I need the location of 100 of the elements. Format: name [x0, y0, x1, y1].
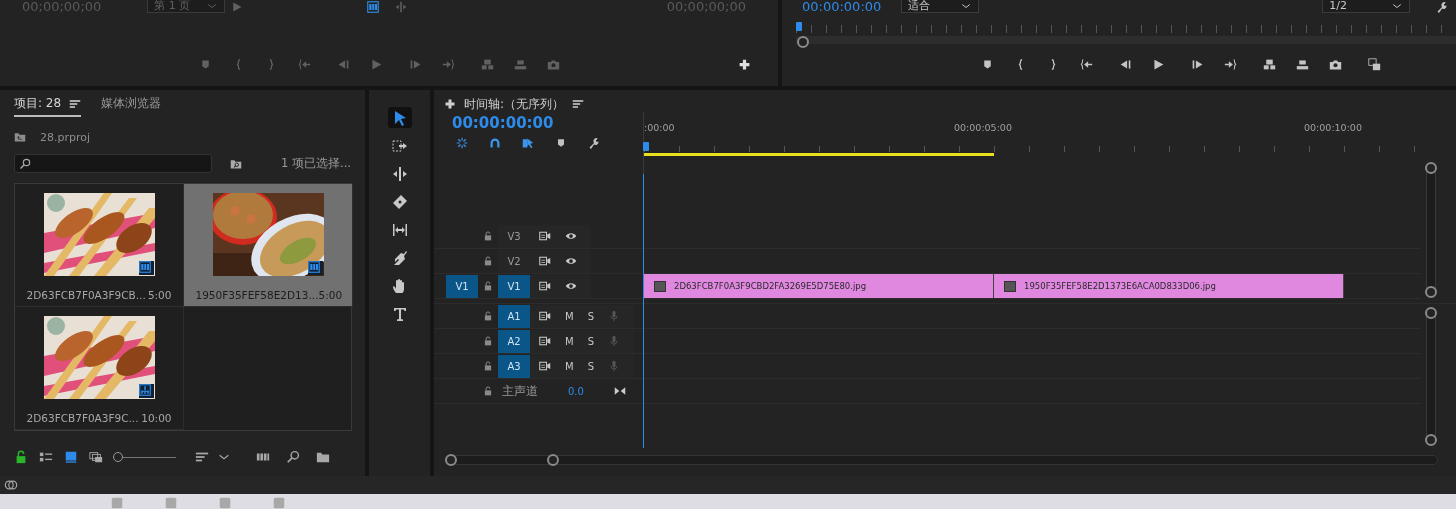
clip-name: 2D63FCB7F0A3F9CBD2FA3269E5D75E80.jpg: [674, 281, 867, 291]
mute-toggle[interactable]: M: [565, 360, 574, 372]
track-target[interactable]: A1: [498, 304, 530, 328]
item-duration: 10:00: [141, 412, 172, 424]
lock-icon[interactable]: [483, 311, 493, 321]
selection-tool-button[interactable]: [387, 107, 412, 128]
item-duration: 5:00: [147, 289, 172, 301]
mute-toggle[interactable]: M: [565, 335, 574, 347]
source-patch[interactable]: V1: [446, 274, 478, 298]
step-back-icon[interactable]: [1119, 58, 1132, 71]
item-name: 2D63FCB7F0A3F9C...: [26, 412, 139, 424]
lock-icon[interactable]: [483, 386, 493, 396]
item-name: 2D63FCB7F0A3F9CB...: [26, 289, 146, 301]
media-item[interactable]: 2D63FCB7F0A3F9C... 10:00: [15, 307, 184, 430]
fx-badge: [654, 280, 666, 292]
lock-icon[interactable]: [483, 361, 493, 371]
add-button-icon[interactable]: [738, 58, 751, 71]
overwrite-icon[interactable]: [1296, 58, 1309, 71]
menu-icon[interactable]: [69, 97, 82, 110]
razor-tool-icon: [391, 193, 408, 210]
track-target[interactable]: A2: [498, 329, 530, 353]
master-track-label: 主声道: [502, 382, 538, 400]
track-output-icon[interactable]: [539, 360, 551, 372]
ripple-tool-icon: [391, 165, 408, 182]
step-fwd-icon[interactable]: [1191, 58, 1204, 71]
lock-icon[interactable]: [14, 450, 28, 464]
list-view-icon[interactable]: [39, 450, 53, 464]
media-item[interactable]: 1950F35FEF58E2D13...5:00: [184, 184, 353, 307]
selection-status: 1 项已选择...: [281, 156, 351, 171]
marker-icon[interactable]: [981, 58, 994, 71]
ruler-label: 00:00:10:00: [1304, 122, 1362, 133]
magnet-icon[interactable]: [489, 137, 501, 149]
master-volume[interactable]: 0.0: [568, 385, 584, 397]
new-bin-icon[interactable]: [316, 450, 330, 464]
horizontal-scrollbar[interactable]: [446, 455, 1438, 465]
eye-icon[interactable]: [565, 230, 577, 242]
lock-icon[interactable]: [483, 256, 493, 266]
play-icon[interactable]: [1152, 58, 1165, 71]
film-icon[interactable]: [367, 0, 380, 13]
go-in-icon[interactable]: [1080, 58, 1093, 71]
vertical-scrollbar[interactable]: [1426, 308, 1436, 445]
track-output-icon[interactable]: [539, 280, 551, 292]
solo-toggle[interactable]: S: [587, 335, 594, 347]
zoom-scrollbar[interactable]: [796, 36, 1456, 44]
search-icon: [19, 157, 31, 170]
eye-icon[interactable]: [565, 280, 577, 292]
film-icon: [138, 261, 151, 273]
freeform-view-icon[interactable]: [89, 450, 103, 464]
nest-toggle-icon[interactable]: [456, 137, 468, 149]
sequence-icon: [138, 384, 151, 396]
icon-view-icon[interactable]: [64, 450, 78, 464]
program-timecode: 00:00:00:00: [802, 0, 882, 13]
search-field[interactable]: [14, 154, 212, 173]
folder-up-icon[interactable]: [14, 131, 26, 143]
insert-icon[interactable]: [1263, 58, 1276, 71]
zoom-dropdown[interactable]: 适合: [901, 0, 980, 13]
lock-icon[interactable]: [483, 281, 493, 291]
linked-selection-icon[interactable]: [522, 137, 534, 149]
compare-icon[interactable]: [1368, 58, 1381, 71]
track-output-icon[interactable]: [539, 335, 551, 347]
type-tool-icon: [391, 305, 408, 322]
sort-icon[interactable]: [195, 450, 209, 464]
lock-icon[interactable]: [483, 336, 493, 346]
find-in-folder-icon[interactable]: [230, 157, 242, 170]
wrench-icon[interactable]: [1436, 0, 1448, 13]
timeline-title[interactable]: 时间轴:（无序列）: [464, 95, 565, 113]
wrench-icon[interactable]: [588, 137, 600, 149]
marker-icon[interactable]: [555, 137, 567, 149]
camera-icon[interactable]: [1329, 58, 1342, 71]
menu-icon[interactable]: [572, 98, 585, 110]
solo-toggle[interactable]: S: [587, 360, 594, 372]
ruler-label: :00:00: [644, 122, 675, 133]
ruler-label: 00:00:05:00: [954, 122, 1012, 133]
go-out-icon[interactable]: [1224, 58, 1237, 71]
track-target[interactable]: V1: [498, 274, 530, 298]
slip-tool-icon: [391, 221, 408, 238]
project-file-name: 28.prproj: [40, 130, 91, 144]
item-duration: 5:00: [318, 289, 343, 301]
creative-cloud-icon[interactable]: [4, 478, 18, 492]
panel-tab[interactable]: 项目: 28: [14, 94, 82, 117]
timeline-clip[interactable]: 2D63FCB7F0A3F9CBD2FA3269E5D75E80.jpg: [644, 274, 994, 298]
timeline-clip[interactable]: 1950F35FEF58E2D1373E6ACA0D833D06.jpg: [994, 274, 1344, 298]
item-name: 1950F35FEF58E2D13...: [195, 289, 319, 301]
search-icon[interactable]: [286, 450, 300, 464]
vertical-scrollbar[interactable]: [1426, 163, 1436, 297]
solo-toggle[interactable]: S: [587, 310, 594, 322]
resolution-dropdown[interactable]: 1/2: [1322, 0, 1410, 13]
track-output-icon[interactable]: [539, 230, 551, 242]
track-output-icon[interactable]: [539, 255, 551, 267]
media-item[interactable]: 2D63FCB7F0A3F9CB... 5:00: [15, 184, 184, 307]
panel-tab[interactable]: 媒体浏览器: [101, 94, 162, 117]
lock-icon[interactable]: [483, 231, 493, 241]
zoom-slider[interactable]: [114, 452, 176, 462]
track-target[interactable]: A3: [498, 354, 530, 378]
bowtie-icon[interactable]: [613, 385, 626, 397]
mute-toggle[interactable]: M: [565, 310, 574, 322]
marker-icon[interactable]: [199, 58, 212, 71]
track-output-icon[interactable]: [539, 310, 551, 322]
timeline-timecode[interactable]: 00:00:00:00: [434, 112, 643, 132]
eye-icon[interactable]: [565, 255, 577, 267]
